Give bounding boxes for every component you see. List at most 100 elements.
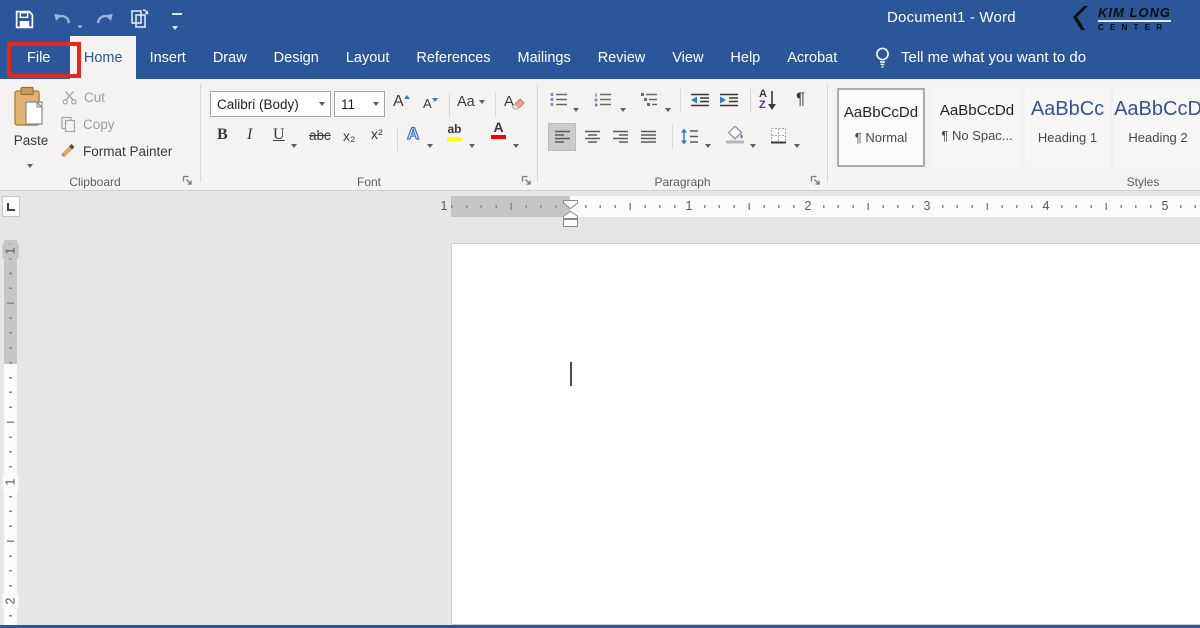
document-page[interactable] [451, 243, 1200, 625]
font-group: Calibri (Body) 11 A A Aa A B I U [201, 79, 537, 191]
redo-icon[interactable] [92, 7, 116, 31]
style-no-spacing[interactable]: AaBbCcDd ¶ No Spac... [933, 88, 1021, 167]
underline-dropdown-caret[interactable] [291, 135, 297, 153]
tab-references[interactable]: References [403, 36, 504, 79]
numbering-icon[interactable] [594, 92, 612, 112]
tab-stop-selector[interactable] [2, 196, 20, 217]
sort-button[interactable]: A Z [759, 89, 777, 111]
caret-up-icon [404, 95, 410, 99]
paste-icon[interactable] [12, 86, 48, 135]
align-right-icon[interactable] [612, 130, 629, 149]
tab-acrobat[interactable]: Acrobat [774, 36, 851, 79]
copy-document-icon[interactable] [128, 7, 152, 31]
scissors-icon [62, 90, 77, 105]
ruler-number: 1 [3, 244, 19, 259]
clear-formatting-button[interactable]: A [504, 93, 525, 110]
style-heading-2[interactable]: AaBbCcD Heading 2 [1114, 88, 1200, 167]
pilcrow-button[interactable]: ¶ [796, 89, 805, 109]
ruler-number: 1 [3, 475, 19, 490]
shading-bucket-icon[interactable] [724, 126, 746, 151]
divider [750, 89, 751, 113]
increase-indent-icon[interactable] [719, 93, 739, 112]
multilevel-caret[interactable] [665, 99, 671, 117]
line-spacing-icon[interactable] [680, 128, 699, 150]
tab-help[interactable]: Help [717, 36, 774, 79]
highlight-caret[interactable] [469, 135, 475, 153]
borders-icon[interactable] [770, 127, 787, 149]
tab-mailings[interactable]: Mailings [504, 36, 584, 79]
customize-qat-icon[interactable] [172, 13, 183, 35]
text-effects-button[interactable]: A [407, 124, 419, 144]
underline-button[interactable]: U [273, 126, 285, 144]
bold-button[interactable]: B [217, 126, 228, 144]
clipboard-dialog-launcher-icon[interactable] [182, 173, 194, 185]
ribbon-home: Paste Cut Copy Format Painter Clipboard [0, 79, 1200, 191]
copy-icon [60, 116, 77, 133]
tab-layout[interactable]: Layout [332, 36, 403, 79]
shrink-font-button[interactable]: A [423, 96, 438, 111]
paragraph-dialog-launcher-icon[interactable] [810, 173, 822, 185]
paste-dropdown-caret[interactable] [27, 155, 33, 173]
styles-group-label: Styles [1088, 175, 1198, 189]
styles-group: AaBbCcDd ¶ Normal AaBbCcDd ¶ No Spac... … [828, 79, 1200, 191]
change-case-button[interactable]: Aa [457, 94, 485, 110]
format-painter-button[interactable]: Format Painter [60, 143, 172, 159]
left-indent-marker[interactable] [563, 214, 578, 232]
copy-button[interactable]: Copy [60, 116, 115, 133]
chevron-down-icon[interactable] [319, 102, 325, 106]
highlight-button[interactable]: ab [447, 123, 462, 141]
tab-view[interactable]: View [659, 36, 717, 79]
font-size-combo[interactable]: 11 [334, 91, 385, 117]
paintbrush-icon [60, 143, 77, 159]
style-heading-1[interactable]: AaBbCc Heading 1 [1025, 88, 1110, 167]
font-color-button[interactable]: A [491, 121, 506, 139]
bullets-icon[interactable] [550, 92, 568, 112]
eraser-icon [511, 98, 525, 110]
shading-caret[interactable] [750, 135, 756, 153]
paragraph-group-label: Paragraph [538, 175, 827, 189]
strikethrough-button[interactable]: abc [309, 128, 331, 143]
ruler-number: 1 [681, 197, 697, 216]
tell-me-box[interactable]: Tell me what you want to do [874, 36, 1086, 79]
font-dialog-launcher-icon[interactable] [521, 173, 533, 185]
superscript-button[interactable]: x² [371, 126, 383, 142]
lightbulb-icon [874, 46, 891, 70]
justify-icon[interactable] [640, 130, 657, 149]
ruler-number: 5 [1157, 197, 1173, 216]
italic-button[interactable]: I [247, 126, 252, 144]
undo-dropdown-caret[interactable] [77, 16, 83, 34]
tab-review[interactable]: Review [584, 36, 659, 79]
multilevel-list-icon[interactable] [640, 92, 658, 112]
save-icon[interactable] [12, 7, 36, 31]
subscript-button[interactable]: x₂ [343, 128, 355, 144]
ruler-number: 4 [1038, 197, 1054, 216]
tab-insert[interactable]: Insert [136, 36, 199, 79]
line-spacing-caret[interactable] [705, 135, 711, 153]
kim-long-center-logo: KIM LONG C E N T E R [1072, 4, 1190, 34]
font-color-caret[interactable] [513, 135, 519, 153]
grow-font-button[interactable]: A [393, 93, 410, 111]
cut-button[interactable]: Cut [62, 90, 105, 105]
ruler-number: 1 [436, 197, 452, 216]
font-family-combo[interactable]: Calibri (Body) [210, 91, 331, 117]
chevron-down-icon[interactable] [373, 102, 379, 106]
numbering-caret[interactable] [620, 99, 626, 117]
title-bar: Document1 - Word KIM LONG C E N T E R [0, 0, 1200, 36]
tab-draw[interactable]: Draw [199, 36, 260, 79]
tab-design[interactable]: Design [260, 36, 332, 79]
cut-label: Cut [84, 90, 105, 105]
paste-button[interactable]: Paste [10, 133, 52, 148]
font-color-bar [491, 135, 506, 139]
style-normal[interactable]: AaBbCcDd ¶ Normal [837, 88, 925, 167]
bullets-caret[interactable] [573, 99, 579, 117]
copy-label: Copy [83, 117, 115, 132]
divider [672, 125, 673, 149]
borders-caret[interactable] [794, 135, 800, 153]
decrease-indent-icon[interactable] [690, 93, 710, 112]
align-center-icon[interactable] [584, 130, 601, 149]
file-tab-highlight-box [7, 42, 81, 78]
divider [449, 93, 450, 117]
text-effects-caret[interactable] [427, 135, 433, 153]
undo-icon[interactable] [50, 7, 74, 31]
align-left-button[interactable] [548, 123, 576, 151]
